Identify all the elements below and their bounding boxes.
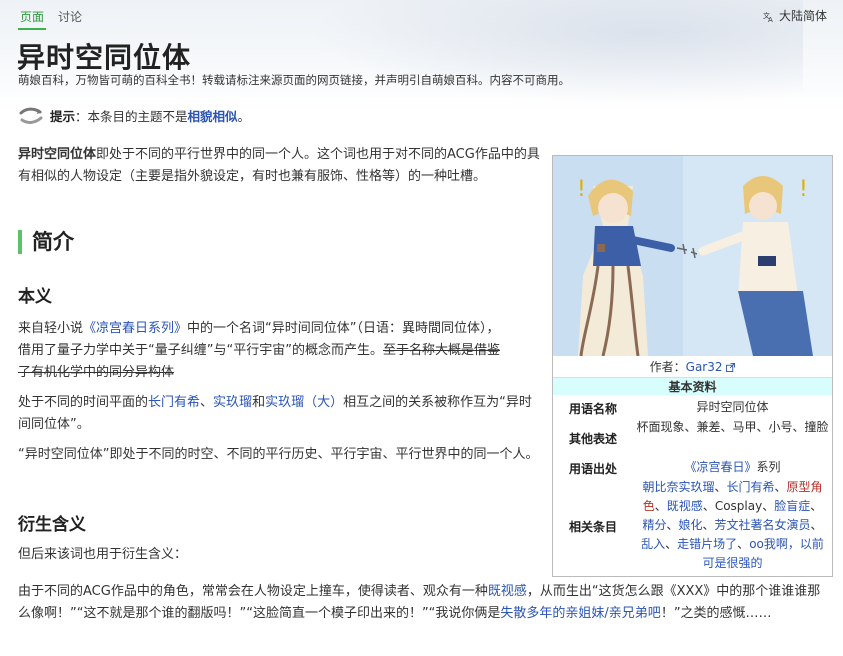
infobox-key: 用语名称 [568,401,617,416]
tab-page[interactable]: 页面 [18,7,47,30]
related-link[interactable]: 乱入 [641,537,665,551]
infobox-illustration[interactable]: ! ! [553,156,832,356]
page-title: 异时空同位体 [17,41,192,74]
section-heading-intro: 简介 [18,230,74,254]
infobox-row: 用语出处 《凉宫春日》系列 [553,458,832,478]
link-nagato-yuki[interactable]: 长门有希 [148,395,200,410]
subsection-heading-origin: 本义 [18,287,52,307]
language-selector[interactable]: 文 A 大陆简体 [763,7,827,24]
site-subtitle: 萌娘百科，万物皆可萌的百科全书！转载请标注来源页面的网页链接，并声明引自萌娘百科… [18,73,570,87]
link-haruhi[interactable]: 《凉宫春日》 [684,460,756,474]
related-entries: 朝比奈实玖瑠、长门有希、原型角色、既视感、Cosplay、脸盲症、精分、娘化、芳… [641,480,824,570]
intro-paragraph: 异时空同位体即处于不同的平行世界中的同一个人。这个词也用于对不同的ACG作品中的… [18,147,540,184]
translate-icon: 文 A [763,11,773,22]
derived-paragraph-2-wrap: 由于不同的ACG作品中的角色，常常会在人物设定上撞车，使得读者、观众有一种既视感… [18,581,828,633]
language-label: 大陆简体 [778,9,827,23]
infobox-key: 相关条目 [568,520,617,534]
derived-paragraph-1: 但后来该词也用于衍生含义： [18,547,188,562]
link-haruhi-series[interactable]: 《凉宫春日系列》 [83,321,187,336]
svg-text:!: ! [577,177,586,202]
link-deja-vu[interactable]: 既视感 [488,584,527,599]
related-link[interactable]: 既视感 [667,499,703,513]
infobox-row: 其他表述 杯面现象、兼差、马甲、小号、撞脸 [553,418,832,458]
article-body: 异时空同位体即处于不同的平行世界中的同一个人。这个词也用于对不同的ACG作品中的… [18,144,540,196]
related-link[interactable]: 娘化 [678,518,702,532]
infobox-key: 其他表述 [568,431,617,446]
related-link[interactable]: 芳文社著名女演员 [715,518,811,532]
image-caption: 作者：Gar32 [553,358,832,375]
infobox-key: 用语出处 [568,461,617,476]
related-link[interactable]: 朝比奈实玖瑠 [642,480,714,494]
infobox-row: 相关条目 朝比奈实玖瑠、长门有希、原型角色、既视感、Cosplay、脸盲症、精分… [553,478,832,575]
disambiguation-icon [19,107,43,124]
link-mikuru-adult[interactable]: 实玖瑠（大） [265,395,343,410]
infobox-header: 基本资料 [553,377,832,395]
related-link[interactable]: 精分 [642,518,666,532]
tab-discussion[interactable]: 讨论 [56,7,84,28]
svg-text:A: A [768,16,773,22]
derived-paragraph-2: 由于不同的ACG作品中的角色，常常会在人物设定上撞车，使得读者、观众有一种既视感… [18,584,821,621]
infobox-row: 用语名称 异时空同位体 [553,398,832,418]
origin-paragraph-3: “异时空同位体”即处于不同的时空、不同的平行历史、平行宇宙、平行世界中的同一个人… [18,447,539,462]
hatnote-link[interactable]: 相貌相似 [188,109,238,124]
infobox: ! ! 作者：Gar32 基本资料 用语名称 异时空同位体 其他表述 杯面现象、… [552,155,833,577]
section-origin: 本义 来自轻小说《凉宫春日系列》中的一个名词“异时间同位体”（日语：異時間同位体… [18,286,540,474]
infobox-value: 《凉宫春日》系列 [684,460,781,474]
link-long-lost-siblings[interactable]: 失散多年的亲姐妹/亲兄弟吧 [500,606,660,621]
hatnote: 提示 ：本条目的主题不是 相貌相似 。 [18,106,250,125]
hatnote-label: 提示 [50,109,76,124]
top-bar: 页面 讨论 文 A 大陆简体 [18,7,827,30]
svg-text:!: ! [799,177,808,202]
subsection-heading-derived: 衍生含义 [18,515,86,535]
origin-paragraph-2: 处于不同的时间平面的长门有希、实玖瑠和实玖瑠（大）相互之间的关系被称作互为“异时… [18,395,532,432]
related-link[interactable]: 长门有希 [726,480,774,494]
hatnote-text: ：本条目的主题不是 [75,109,188,124]
related-link[interactable]: 脸盲症 [774,499,810,513]
link-mikuru[interactable]: 实玖瑠 [213,395,252,410]
author-link[interactable]: Gar32 [686,360,723,374]
origin-paragraph-1: 来自轻小说《凉宫春日系列》中的一个名词“异时间同位体”（日语：異時間同位体），借… [18,321,500,380]
infobox-value: 杯面现象、兼差、马甲、小号、撞脸 [636,420,829,434]
section-derived: 衍生含义 但后来该词也用于衍生含义： [18,514,540,574]
infobox-value: 异时空同位体 [696,400,769,414]
related-link[interactable]: 走错片场了 [677,537,737,551]
external-link-icon [726,363,736,372]
